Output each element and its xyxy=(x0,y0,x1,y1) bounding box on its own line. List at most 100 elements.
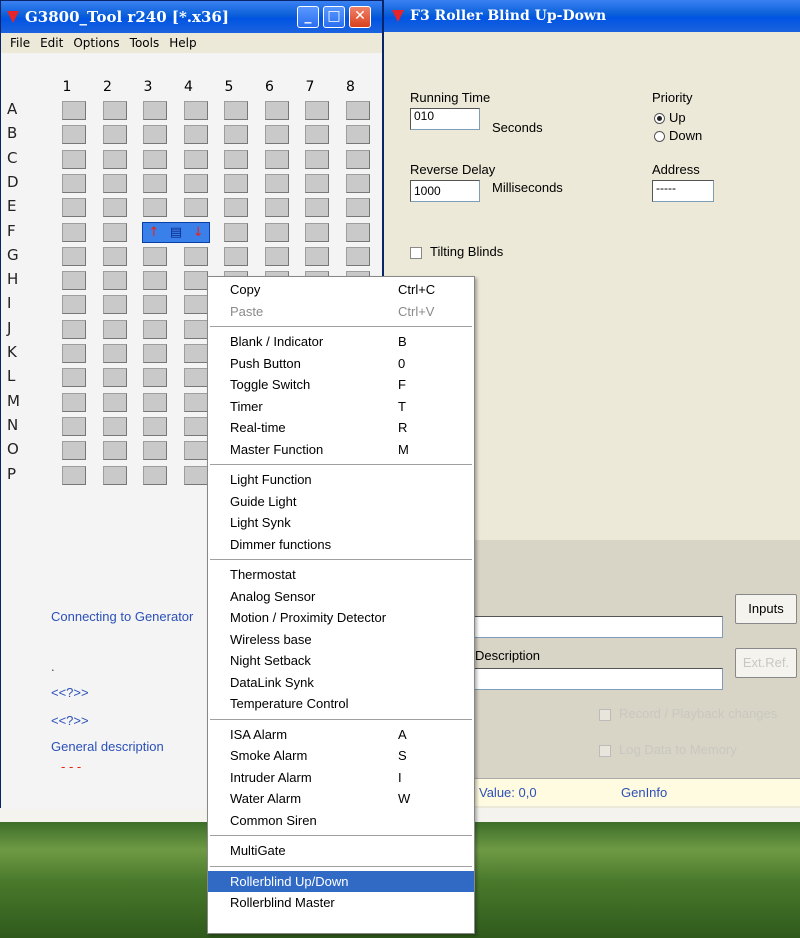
grid-cell[interactable] xyxy=(102,222,127,242)
extref-button[interactable]: Ext.Ref. xyxy=(735,648,797,678)
menu-item-timer[interactable]: Timer T xyxy=(208,396,474,418)
grid-cell[interactable] xyxy=(62,101,86,120)
grid-cell[interactable] xyxy=(143,149,167,169)
grid-cell[interactable] xyxy=(62,392,86,412)
grid-cell[interactable] xyxy=(345,198,370,218)
general-description[interactable]: General description xyxy=(51,739,164,754)
menu-item-light-function[interactable]: Light Function xyxy=(208,469,474,491)
menu-item-isa-alarm[interactable]: ISA Alarm A xyxy=(208,724,474,746)
maximize-button[interactable]: □ xyxy=(323,6,345,28)
grid-cell[interactable] xyxy=(102,101,127,120)
name-input[interactable] xyxy=(471,616,723,638)
menu-item-wireless-base[interactable]: Wireless base xyxy=(208,629,474,651)
minimize-button[interactable]: _ xyxy=(297,6,319,28)
tilting-blinds-checkbox[interactable]: Tilting Blinds xyxy=(410,244,503,259)
grid-cell[interactable] xyxy=(102,319,127,339)
record-playback-checkbox[interactable]: Record / Playback changes xyxy=(599,706,777,721)
grid-cell[interactable] xyxy=(143,392,167,412)
grid-cell[interactable] xyxy=(102,149,127,169)
inputs-button[interactable]: Inputs xyxy=(735,594,797,624)
grid-cell[interactable] xyxy=(102,368,127,388)
menu-item-copy[interactable]: Copy Ctrl+C xyxy=(208,279,474,301)
grid-cell[interactable] xyxy=(143,125,167,145)
grid-cell[interactable] xyxy=(224,101,248,120)
grid-cell[interactable] xyxy=(305,101,329,120)
grid-cell[interactable] xyxy=(183,392,208,412)
grid-cell[interactable] xyxy=(305,173,329,193)
priority-up-radio[interactable]: Up xyxy=(654,110,686,125)
grid-cell[interactable] xyxy=(62,441,86,461)
menu-item-rollerblind-up-down[interactable]: Rollerblind Up/Down xyxy=(208,870,474,892)
menu-item-datalink-synk[interactable]: DataLink Synk xyxy=(208,672,474,694)
grid-cell[interactable] xyxy=(224,125,248,145)
menu-item-light-synk[interactable]: Light Synk xyxy=(208,512,474,534)
menu-edit[interactable]: Edit xyxy=(35,36,68,50)
grid-cell[interactable] xyxy=(264,149,289,169)
grid-cell[interactable] xyxy=(183,149,208,169)
grid-cell[interactable] xyxy=(345,149,370,169)
grid-cell[interactable] xyxy=(62,149,86,169)
grid-cell[interactable] xyxy=(62,246,86,266)
grid-cell[interactable] xyxy=(183,295,208,315)
grid-cell[interactable] xyxy=(102,344,127,363)
grid-cell[interactable] xyxy=(102,246,127,266)
grid-cell[interactable] xyxy=(143,344,167,363)
grid-cell[interactable] xyxy=(264,198,289,218)
grid-cell[interactable] xyxy=(345,101,370,120)
grid-cell[interactable] xyxy=(224,173,248,193)
grid-cell[interactable] xyxy=(62,198,86,218)
grid-cell[interactable] xyxy=(102,198,127,218)
grid-cell[interactable] xyxy=(305,149,329,169)
close-button[interactable]: ✕ xyxy=(349,6,371,28)
menu-item-intruder-alarm[interactable]: Intruder Alarm I xyxy=(208,767,474,789)
grid-cell[interactable] xyxy=(183,319,208,339)
grid-cell[interactable] xyxy=(345,125,370,145)
menu-item-push-button[interactable]: Push Button 0 xyxy=(208,353,474,375)
menu-file[interactable]: File xyxy=(5,36,35,50)
grid-cell[interactable] xyxy=(224,198,248,218)
grid-cell[interactable] xyxy=(62,271,86,291)
grid-cell[interactable] xyxy=(183,368,208,388)
reverse-delay-input[interactable]: 1000 xyxy=(410,180,480,202)
priority-down-radio[interactable]: Down xyxy=(654,128,702,143)
menu-item-analog-sensor[interactable]: Analog Sensor xyxy=(208,586,474,608)
grid-cell[interactable] xyxy=(143,368,167,388)
grid-cell[interactable] xyxy=(143,173,167,193)
menu-item-master-function[interactable]: Master Function M xyxy=(208,439,474,461)
grid-cell[interactable] xyxy=(62,368,86,388)
grid-cell[interactable] xyxy=(345,173,370,193)
grid-cell[interactable] xyxy=(264,173,289,193)
grid-cell[interactable] xyxy=(305,222,329,242)
address-input[interactable]: ----- xyxy=(652,180,714,202)
grid-cell[interactable] xyxy=(102,465,127,485)
grid-cell[interactable] xyxy=(183,465,208,485)
menu-item-dimmer-functions[interactable]: Dimmer functions xyxy=(208,534,474,556)
grid-cell[interactable] xyxy=(183,101,208,120)
grid-cell[interactable] xyxy=(62,295,86,315)
grid-cell[interactable] xyxy=(62,416,86,436)
menu-item-rollerblind-master[interactable]: Rollerblind Master xyxy=(208,892,474,914)
grid-cell[interactable] xyxy=(264,101,289,120)
grid-cell[interactable] xyxy=(264,246,289,266)
grid-cell[interactable] xyxy=(305,198,329,218)
grid-cell[interactable] xyxy=(183,125,208,145)
menu-tools[interactable]: Tools xyxy=(125,36,165,50)
grid-cell[interactable] xyxy=(183,246,208,266)
grid-cell[interactable] xyxy=(143,319,167,339)
grid-cell[interactable] xyxy=(305,246,329,266)
grid-cell[interactable] xyxy=(143,101,167,120)
grid-cell[interactable] xyxy=(102,271,127,291)
grid-cell[interactable] xyxy=(62,319,86,339)
menu-item-guide-light[interactable]: Guide Light xyxy=(208,491,474,513)
grid-cell[interactable] xyxy=(305,125,329,145)
grid-cell[interactable] xyxy=(143,295,167,315)
grid-cell[interactable] xyxy=(345,246,370,266)
grid-cell[interactable] xyxy=(143,416,167,436)
geninfo-link[interactable]: GenInfo xyxy=(621,785,667,800)
menu-item-toggle-switch[interactable]: Toggle Switch F xyxy=(208,374,474,396)
grid-cell[interactable] xyxy=(62,344,86,363)
menu-item-temperature-control[interactable]: Temperature Control xyxy=(208,693,474,715)
menu-item-smoke-alarm[interactable]: Smoke Alarm S xyxy=(208,745,474,767)
menu-item-blank-indicator[interactable]: Blank / Indicator B xyxy=(208,331,474,353)
menu-item-night-setback[interactable]: Night Setback xyxy=(208,650,474,672)
